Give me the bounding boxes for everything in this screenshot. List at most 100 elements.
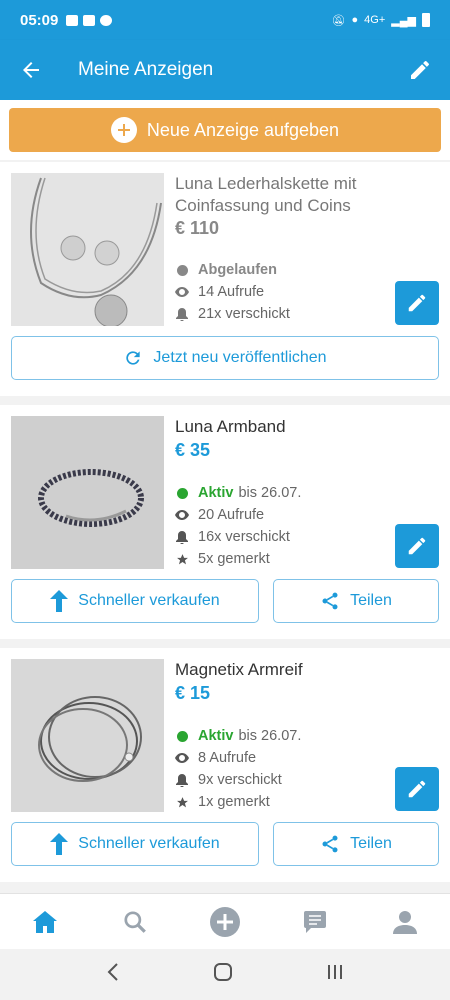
ad-status: Aktiv bis 26.07. [175, 485, 301, 501]
ad-saved: 5x gemerkt [175, 551, 270, 567]
share-icon [322, 592, 338, 610]
mute-icon: 🔕︎ [331, 14, 346, 27]
recents-icon [327, 965, 342, 979]
share-label: Teilen [350, 592, 392, 609]
search-icon [124, 910, 146, 933]
signal-icon: ▂▄▆ [391, 14, 416, 27]
new-ad-button[interactable]: Neue Anzeige aufgeben [9, 108, 441, 152]
system-back-button[interactable] [106, 962, 120, 987]
battery-icon [422, 13, 430, 27]
nav-add[interactable] [195, 897, 255, 947]
chevron-left-icon [107, 963, 119, 981]
gallery-icon [66, 14, 79, 26]
ad-card: Luna Armband € 35 Aktiv bis 26.07. 20 Au… [0, 405, 450, 639]
nav-search[interactable] [105, 897, 165, 947]
sent-label: 16x verschickt [198, 529, 290, 545]
status-dot-icon [176, 487, 188, 499]
views-label: 14 Aufrufe [198, 284, 265, 300]
home-square-icon [213, 963, 232, 981]
ad-card: Magnetix Armreif € 15 Aktiv bis 26.07. 8… [0, 648, 450, 882]
eye-icon [175, 287, 189, 297]
bell-icon [176, 773, 188, 787]
status-dot-icon [176, 730, 188, 742]
new-ad-label: Neue Anzeige aufgeben [146, 119, 340, 140]
ad-title[interactable]: Luna Armband [175, 416, 435, 438]
views-label: 20 Aufrufe [198, 507, 265, 523]
nav-home[interactable] [15, 897, 75, 947]
back-arrow-icon [23, 62, 39, 78]
status-label: Aktiv [198, 728, 234, 744]
nav-profile[interactable] [375, 897, 435, 947]
sell-faster-label: Schneller verkaufen [78, 835, 220, 852]
bangle-photo [11, 659, 164, 812]
sent-label: 9x verschickt [198, 772, 282, 788]
ad-price: € 110 [175, 218, 220, 238]
status-until: bis 26.07. [238, 728, 302, 744]
ad-price: € 35 [175, 440, 211, 460]
status-dot-icon [176, 264, 188, 276]
system-navigation [0, 949, 450, 1000]
pencil-icon [408, 294, 426, 312]
ad-image[interactable] [11, 173, 164, 326]
new-ad-section: Neue Anzeige aufgeben [0, 100, 450, 160]
views-label: 8 Aufrufe [198, 750, 257, 766]
status-label: Aktiv [198, 485, 234, 501]
page-title: Meine Anzeigen [78, 59, 214, 80]
share-button[interactable]: Teilen [273, 822, 439, 866]
bracelet-photo [11, 416, 164, 569]
ad-title[interactable]: Luna Lederhalskette mit Coinfassung und … [175, 173, 435, 217]
ad-saved: 1x gemerkt [175, 794, 270, 810]
network-label: 4G+ [364, 14, 386, 26]
edit-ad-button[interactable] [395, 767, 439, 811]
system-recents-button[interactable] [326, 963, 344, 986]
pencil-icon [411, 60, 429, 79]
ad-views: 20 Aufrufe [175, 507, 264, 523]
mail-icon [83, 14, 96, 26]
share-icon [322, 835, 338, 853]
saved-label: 5x gemerkt [198, 551, 270, 567]
ad-status: Aktiv bis 26.07. [175, 728, 301, 744]
saved-label: 1x gemerkt [198, 794, 270, 810]
notification-icons [66, 14, 113, 26]
republish-button[interactable]: Jetzt neu veröffentlichen [11, 336, 439, 380]
ad-status: Abgelaufen [175, 262, 277, 278]
ad-views: 14 Aufrufe [175, 284, 264, 300]
ad-sent: 21x verschickt [175, 306, 290, 322]
ad-title[interactable]: Magnetix Armreif [175, 659, 435, 681]
star-icon [176, 553, 188, 564]
profile-icon [393, 910, 417, 934]
plus-circle-icon [110, 117, 137, 143]
eye-icon [175, 510, 189, 520]
bottom-navigation [0, 893, 450, 949]
ad-price: € 15 [175, 683, 211, 703]
nav-messages[interactable] [285, 897, 345, 947]
ad-image[interactable] [11, 416, 164, 569]
status-time: 05:09 [20, 11, 59, 29]
sell-faster-button[interactable]: Schneller verkaufen [11, 822, 259, 866]
republish-label: Jetzt neu veröffentlichen [153, 349, 327, 366]
status-bar: 05:09 🔕︎ ● 4G+ ▂▄▆ [0, 0, 450, 40]
share-button[interactable]: Teilen [273, 579, 439, 623]
system-home-button[interactable] [213, 962, 233, 987]
pencil-icon [408, 537, 426, 555]
edit-mode-button[interactable] [390, 40, 450, 100]
pencil-icon [408, 780, 426, 798]
sell-faster-button[interactable]: Schneller verkaufen [11, 579, 259, 623]
arrow-up-icon [50, 833, 69, 855]
edit-ad-button[interactable] [395, 524, 439, 568]
ad-sent: 16x verschickt [175, 529, 290, 545]
messages-icon [304, 910, 326, 933]
share-label: Teilen [350, 835, 392, 852]
edit-ad-button[interactable] [395, 281, 439, 325]
ad-image[interactable] [11, 659, 164, 812]
system-icons: 🔕︎ ● 4G+ ▂▄▆ [332, 13, 430, 27]
sell-faster-label: Schneller verkaufen [78, 592, 220, 609]
necklace-photo [11, 173, 164, 326]
app-bar: Meine Anzeigen [0, 40, 450, 100]
back-button[interactable] [0, 40, 62, 100]
add-icon [210, 906, 240, 937]
home-icon [33, 910, 57, 933]
star-icon [176, 796, 188, 807]
ad-sent: 9x verschickt [175, 772, 282, 788]
ad-card: Luna Lederhalskette mit Coinfassung und … [0, 162, 450, 396]
